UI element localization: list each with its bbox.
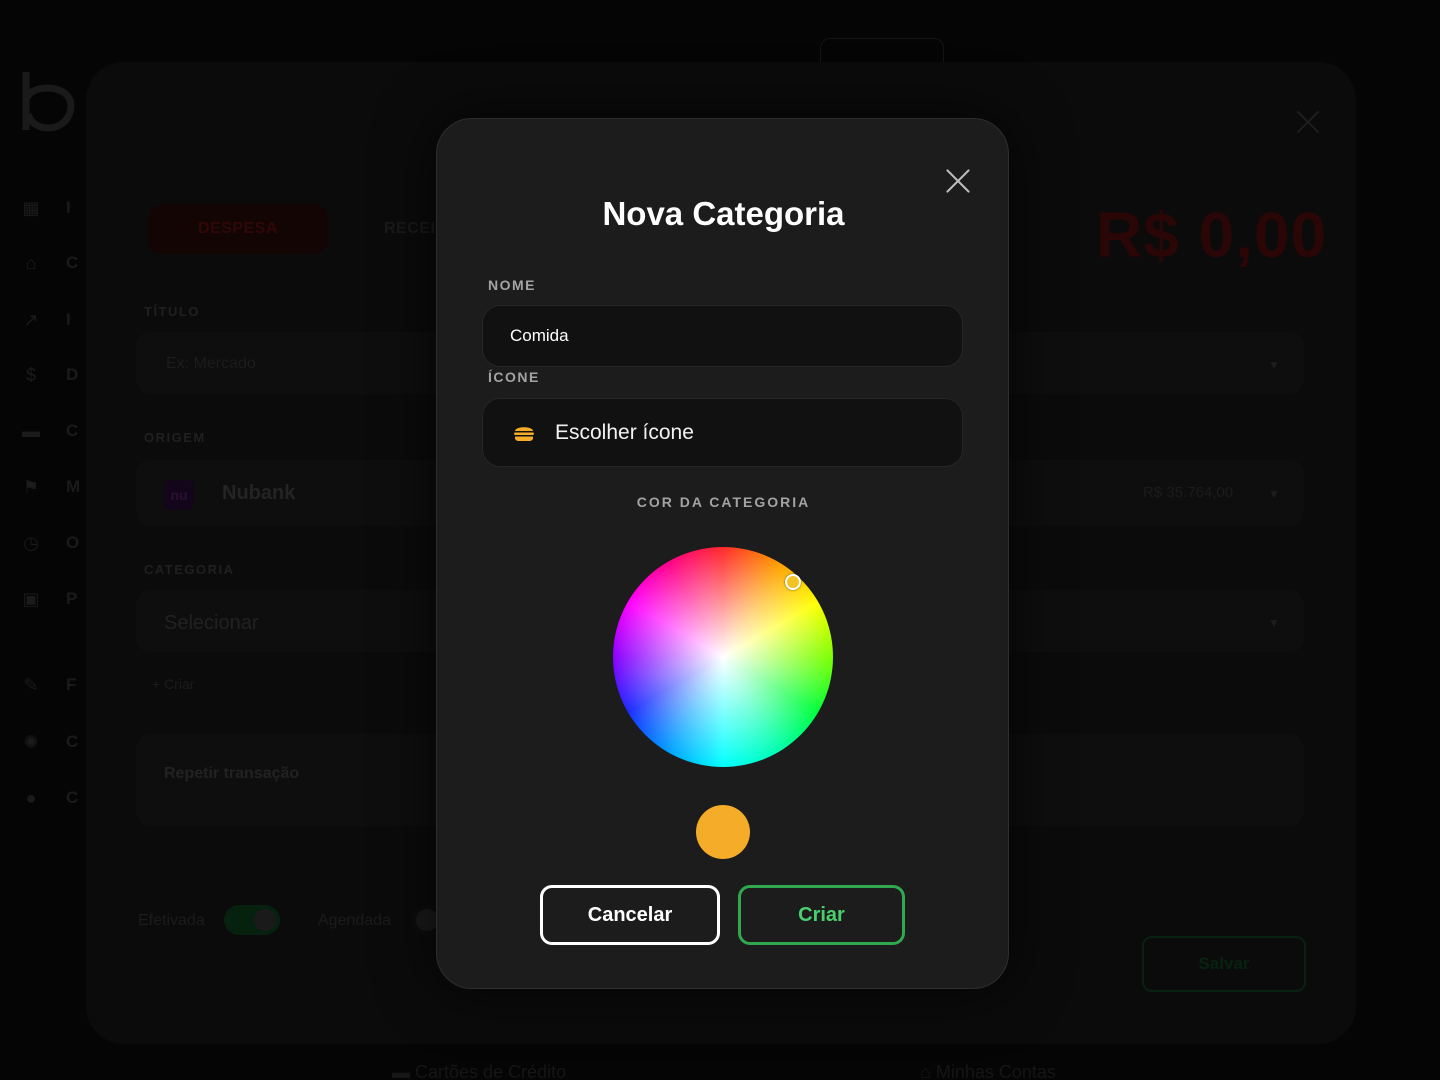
save-button[interactable]: Salvar: [1142, 936, 1306, 992]
sidebar-item-label: I: [66, 310, 71, 329]
gear-icon: ✺: [23, 731, 39, 752]
origem-label: ORIGEM: [144, 430, 206, 445]
card-icon: ▬: [392, 1062, 416, 1080]
efetivada-label: Efetivada: [138, 912, 205, 929]
sidebar-item-label: F: [66, 675, 77, 694]
sidebar-item-label: C: [66, 788, 79, 807]
chevron-down-icon: ▼: [1268, 358, 1280, 372]
sidebar-item-label: D: [66, 365, 79, 384]
wrench-icon: ✎: [23, 674, 39, 695]
cancel-button[interactable]: Cancelar: [540, 885, 720, 945]
sidebar-item-label: O: [66, 533, 80, 552]
sidebar-item-label: C: [66, 732, 79, 751]
sidebar-item-label: P: [66, 589, 78, 608]
create-button[interactable]: Criar: [738, 885, 905, 945]
color-label: COR DA CATEGORIA: [636, 494, 811, 510]
hamburger-icon: [514, 426, 534, 441]
choose-icon-label: Escolher ícone: [555, 420, 694, 444]
right-select-2[interactable]: [966, 460, 1304, 526]
dollar-icon: $: [25, 364, 36, 385]
icone-label: ÍCONE: [488, 369, 540, 385]
top-tab-active[interactable]: [820, 38, 944, 64]
criar-link[interactable]: + Criar: [152, 676, 194, 692]
titulo-label: TÍTULO: [144, 304, 200, 319]
repetir-label: Repetir transação: [164, 765, 300, 782]
nome-label: NOME: [488, 277, 536, 293]
close-icon[interactable]: [1296, 110, 1320, 134]
bottom-link-label: Minhas Contas: [935, 1062, 1056, 1080]
bottom-link-contas[interactable]: ⌂ Minhas Contas: [920, 1062, 1056, 1080]
sidebar-item-label: C: [66, 421, 79, 440]
amount-display: R$ 0,00: [1096, 199, 1328, 271]
origem-balance: R$ 35.764,00: [1143, 484, 1234, 501]
close-icon[interactable]: [944, 167, 972, 195]
chevron-down-icon: ▼: [1268, 487, 1280, 501]
new-category-dialog: Nova Categoria NOME ÍCONE Escolher ícone…: [436, 118, 1009, 989]
choose-icon-button[interactable]: Escolher ícone: [482, 398, 963, 467]
sidebar-item-label: M: [66, 477, 81, 496]
selected-color-swatch: [696, 805, 750, 859]
nubank-logo: nu: [164, 480, 194, 510]
bank-icon: ⌂: [920, 1062, 936, 1080]
trend-icon: ↗: [23, 309, 39, 330]
sidebar-item-label: C: [66, 253, 79, 272]
dialog-title: Nova Categoria: [602, 195, 845, 232]
color-wheel-handle[interactable]: [785, 574, 801, 590]
calendar-icon: ▣: [22, 588, 40, 609]
chevron-down-icon: ▼: [1268, 616, 1280, 630]
grid-icon: ▦: [22, 197, 40, 218]
flag-icon: ⚑: [22, 476, 40, 497]
categoria-label: CATEGORIA: [144, 562, 235, 577]
nome-input[interactable]: [482, 305, 963, 367]
app-logo: [22, 72, 75, 132]
top-tabs: [600, 38, 1400, 64]
card-icon: ▬: [22, 420, 40, 441]
right-select-3[interactable]: [966, 590, 1304, 652]
categoria-value: Selecionar: [164, 612, 259, 634]
agendada-label: Agendada: [318, 912, 391, 929]
bank-icon: ⌂: [25, 252, 37, 273]
bottom-link-label: Cartões de Crédito: [415, 1062, 567, 1080]
right-select-1[interactable]: [966, 332, 1304, 394]
screen: ▦ I ⌂ C ↗ I $ D ▬ C ⚑ M ◷ O ▣ P ✎ F ✺ C …: [0, 0, 1440, 1080]
sidebar-item-label: I: [66, 198, 71, 217]
tab-despesa[interactable]: DESPESA: [148, 204, 328, 254]
clock-icon: ◷: [23, 532, 39, 553]
bottom-link-cartoes[interactable]: ▬ Cartões de Crédito: [392, 1062, 566, 1080]
titulo-placeholder: Ex: Mercado: [166, 355, 256, 372]
efetivada-toggle[interactable]: [224, 905, 280, 935]
globe-icon: ●: [25, 787, 37, 808]
origem-value: Nubank: [222, 482, 296, 504]
